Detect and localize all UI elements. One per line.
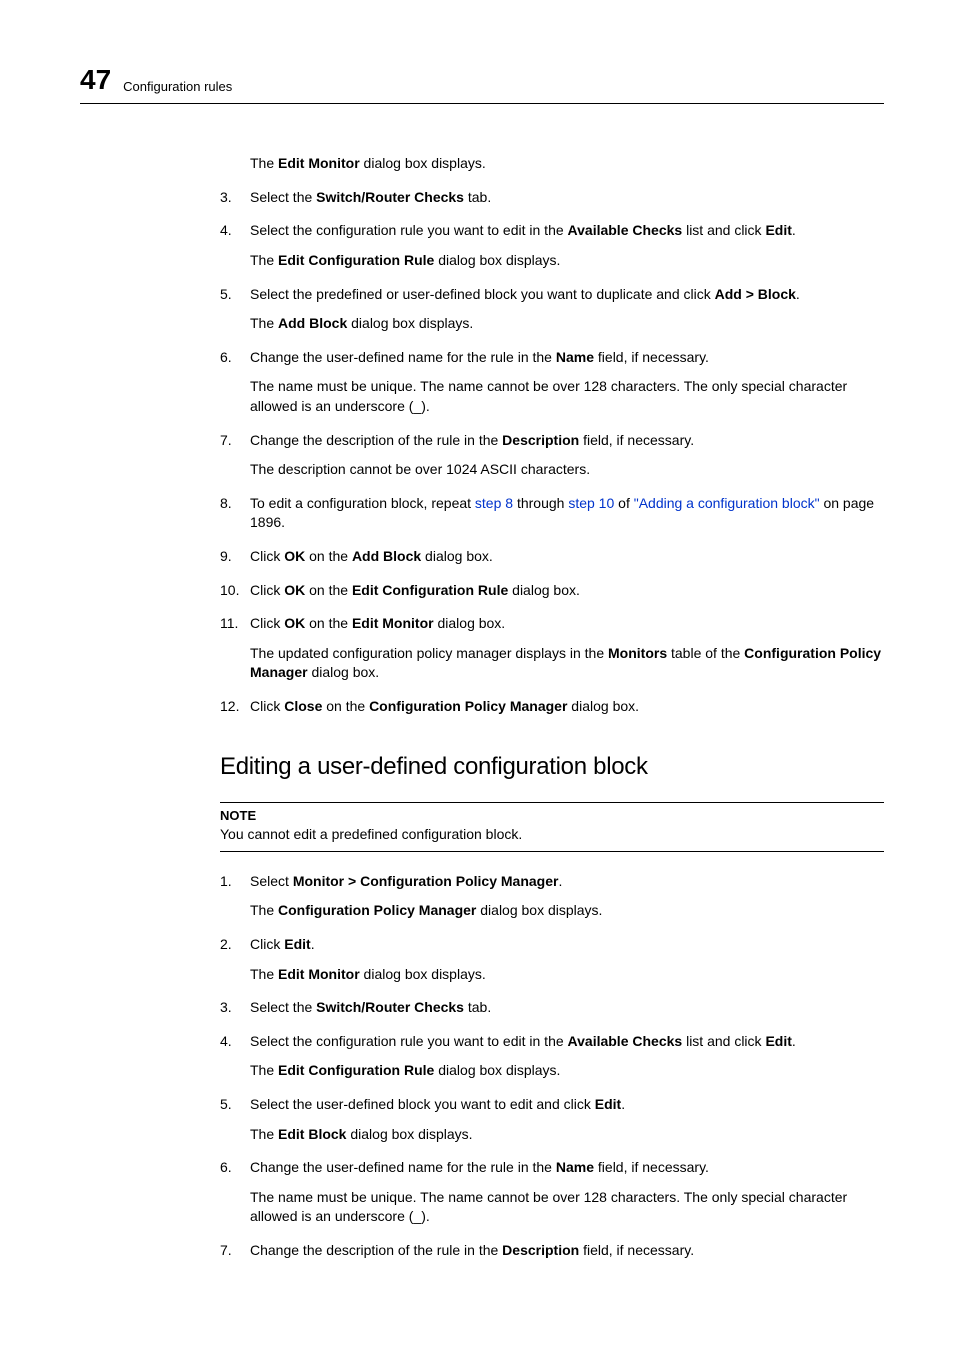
step-text: Click OK on the Add Block dialog box. bbox=[250, 547, 884, 567]
step-number: 3. bbox=[220, 998, 232, 1018]
step-text: Select the Switch/Router Checks tab. bbox=[250, 998, 884, 1018]
step-subtext: The Edit Configuration Rule dialog box d… bbox=[250, 1061, 884, 1081]
step-number: 1. bbox=[220, 872, 232, 892]
intro-continuation: The Edit Monitor dialog box displays. bbox=[250, 154, 884, 174]
page-header: 47 Configuration rules bbox=[80, 60, 884, 104]
step-text: Change the user-defined name for the rul… bbox=[250, 1158, 884, 1178]
step-text: Click Edit. bbox=[250, 935, 884, 955]
step-number: 11. bbox=[220, 614, 238, 634]
step-item: 7. Change the description of the rule in … bbox=[220, 431, 884, 480]
cross-reference-link[interactable]: step 8 bbox=[475, 495, 513, 511]
step-text: Click Close on the Configuration Policy … bbox=[250, 697, 884, 717]
step-subtext: The Configuration Policy Manager dialog … bbox=[250, 901, 884, 921]
step-item: 3. Select the Switch/Router Checks tab. bbox=[220, 188, 884, 208]
step-number: 7. bbox=[220, 1241, 232, 1261]
step-number: 4. bbox=[220, 1032, 232, 1052]
step-number: 12. bbox=[220, 697, 239, 717]
step-number: 5. bbox=[220, 285, 232, 305]
step-number: 9. bbox=[220, 547, 232, 567]
step-subtext: The name must be unique. The name cannot… bbox=[250, 1188, 884, 1227]
cross-reference-link[interactable]: step 10 bbox=[568, 495, 614, 511]
step-number: 4. bbox=[220, 221, 232, 241]
step-text: Select the predefined or user-defined bl… bbox=[250, 285, 884, 305]
step-subtext: The description cannot be over 1024 ASCI… bbox=[250, 460, 884, 480]
step-item: 6. Change the user-defined name for the r… bbox=[220, 348, 884, 417]
section-heading: Editing a user-defined configuration blo… bbox=[220, 750, 884, 784]
step-item: 3. Select the Switch/Router Checks tab. bbox=[220, 998, 884, 1018]
step-text: To edit a configuration block, repeat st… bbox=[250, 494, 884, 533]
step-number: 8. bbox=[220, 494, 232, 514]
step-subtext: The Edit Block dialog box displays. bbox=[250, 1125, 884, 1145]
step-text: Select the user-defined block you want t… bbox=[250, 1095, 884, 1115]
step-number: 10. bbox=[220, 581, 239, 601]
note-label: NOTE bbox=[220, 807, 884, 825]
step-item: 7. Change the description of the rule in … bbox=[220, 1241, 884, 1261]
step-number: 5. bbox=[220, 1095, 232, 1115]
step-item: 5. Select the user-defined block you want… bbox=[220, 1095, 884, 1144]
chapter-title: Configuration rules bbox=[123, 78, 232, 99]
step-item: 6. Change the user-defined name for the r… bbox=[220, 1158, 884, 1227]
step-item: 11. Click OK on the Edit Monitor dialog b… bbox=[220, 614, 884, 683]
procedure-steps: 3. Select the Switch/Router Checks tab. 4.… bbox=[220, 188, 884, 717]
step-item: 5. Select the predefined or user-defined … bbox=[220, 285, 884, 334]
step-item: 4. Select the configuration rule you want… bbox=[220, 1032, 884, 1081]
step-item: 12. Click Close on the Configuration Poli… bbox=[220, 697, 884, 717]
page-content: The Edit Monitor dialog box displays. 3.… bbox=[220, 154, 884, 1260]
step-text: Change the user-defined name for the rul… bbox=[250, 348, 884, 368]
step-item: 2. Click Edit. The Edit Monitor dialog box… bbox=[220, 935, 884, 984]
step-item: 9. Click OK on the Add Block dialog box. bbox=[220, 547, 884, 567]
step-number: 6. bbox=[220, 1158, 232, 1178]
step-item: 1. Select Monitor > Configuration Policy … bbox=[220, 872, 884, 921]
step-item: 4. Select the configuration rule you want… bbox=[220, 221, 884, 270]
step-number: 3. bbox=[220, 188, 232, 208]
step-subtext: The updated configuration policy manager… bbox=[250, 644, 884, 683]
step-text: Click OK on the Edit Configuration Rule … bbox=[250, 581, 884, 601]
note-box: NOTE You cannot edit a predefined config… bbox=[220, 802, 884, 852]
step-text: Click OK on the Edit Monitor dialog box. bbox=[250, 614, 884, 634]
cross-reference-link[interactable]: "Adding a configuration block" bbox=[634, 495, 820, 511]
step-text: Select the configuration rule you want t… bbox=[250, 221, 884, 241]
step-text: Select Monitor > Configuration Policy Ma… bbox=[250, 872, 884, 892]
step-text: Select the configuration rule you want t… bbox=[250, 1032, 884, 1052]
step-subtext: The Edit Configuration Rule dialog box d… bbox=[250, 251, 884, 271]
step-number: 2. bbox=[220, 935, 232, 955]
step-number: 7. bbox=[220, 431, 232, 451]
step-item: 8. To edit a configuration block, repeat … bbox=[220, 494, 884, 533]
step-text: Change the description of the rule in th… bbox=[250, 1241, 884, 1261]
step-text: Change the description of the rule in th… bbox=[250, 431, 884, 451]
step-text: Select the Switch/Router Checks tab. bbox=[250, 188, 884, 208]
step-subtext: The name must be unique. The name cannot… bbox=[250, 377, 884, 416]
step-subtext: The Add Block dialog box displays. bbox=[250, 314, 884, 334]
step-number: 6. bbox=[220, 348, 232, 368]
note-text: You cannot edit a predefined configurati… bbox=[220, 825, 884, 845]
step-item: 10. Click OK on the Edit Configuration Ru… bbox=[220, 581, 884, 601]
step-subtext: The Edit Monitor dialog box displays. bbox=[250, 965, 884, 985]
procedure-steps-2: 1. Select Monitor > Configuration Policy … bbox=[220, 872, 884, 1261]
chapter-number: 47 bbox=[80, 60, 111, 99]
